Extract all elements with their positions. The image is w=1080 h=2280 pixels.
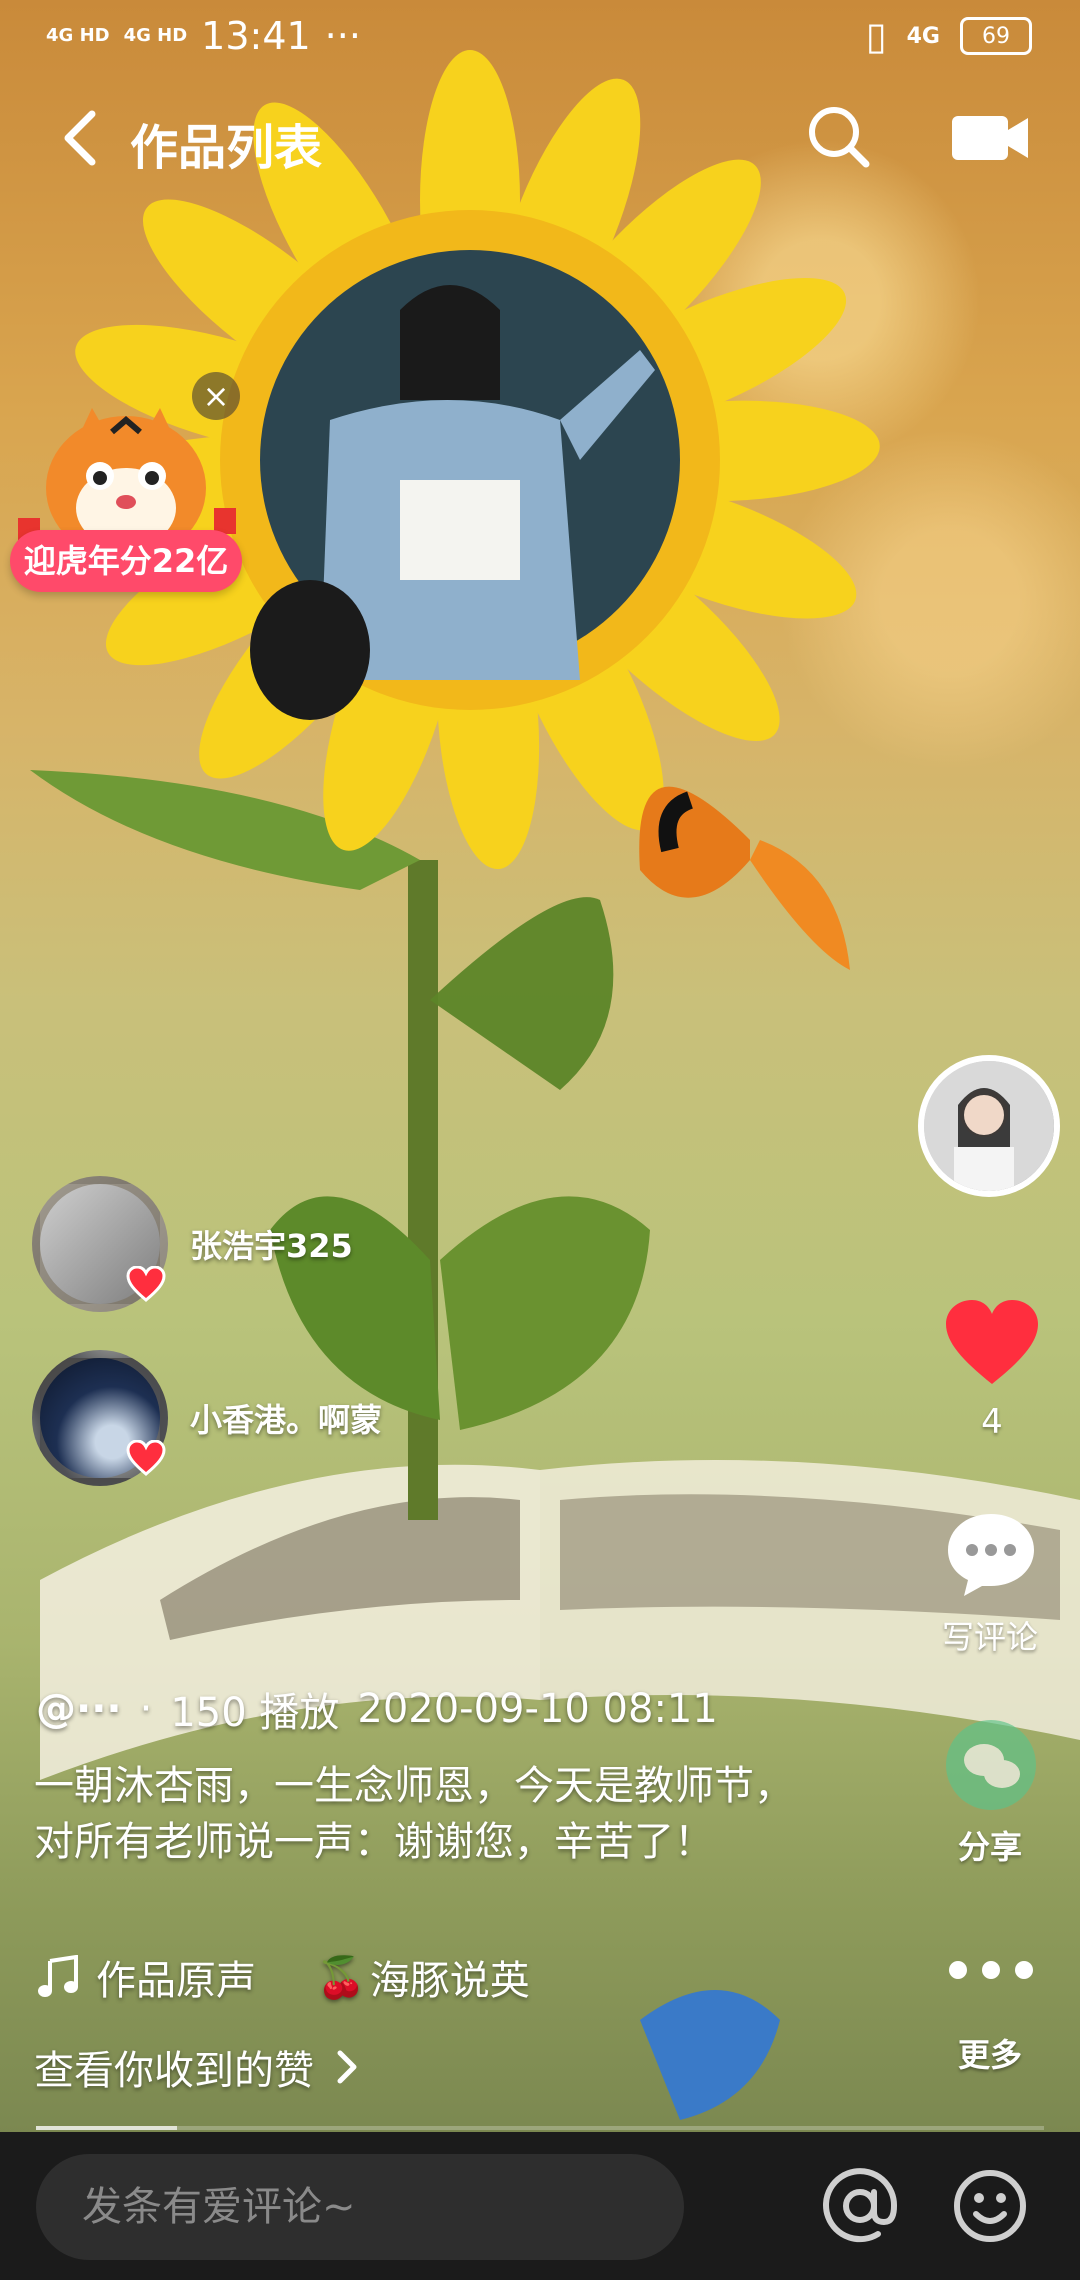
network-indicator-1: 4G HD bbox=[46, 25, 110, 46]
share-label[interactable]: 分享 bbox=[920, 1822, 1060, 1868]
vibrate-icon: ▯ bbox=[865, 14, 887, 58]
comment-input[interactable] bbox=[36, 2154, 684, 2260]
comment-label[interactable]: 写评论 bbox=[920, 1612, 1060, 1658]
view-likes-label: 查看你收到的赞 bbox=[34, 2048, 314, 2094]
music-scrolling-title[interactable]: 海豚说英 bbox=[370, 1948, 530, 2006]
music-note-icon bbox=[38, 1955, 78, 1997]
liker-item[interactable]: 张浩宇325 bbox=[32, 1176, 353, 1312]
liker-item[interactable]: 小香港。啊蒙 bbox=[32, 1350, 382, 1486]
like-count: 4 bbox=[981, 1402, 1003, 1442]
heart-badge-icon bbox=[126, 1440, 166, 1476]
avatar-image bbox=[924, 1061, 1054, 1191]
page-title: 作品列表 bbox=[130, 120, 323, 176]
cherry-icon: 🍒 bbox=[316, 1954, 366, 2001]
battery-indicator: 69 bbox=[960, 17, 1032, 55]
status-dots: ··· bbox=[324, 14, 361, 58]
post-meta: @··· · 150 播放 2020-09-10 08:11 bbox=[36, 1680, 718, 1738]
mention-at-icon[interactable] bbox=[822, 2168, 898, 2244]
search-icon[interactable] bbox=[806, 104, 872, 170]
wechat-share-icon[interactable] bbox=[944, 1718, 1038, 1812]
more-dots-icon[interactable] bbox=[944, 1950, 1038, 1990]
chevron-right-icon bbox=[337, 2050, 357, 2084]
video-progress-bar[interactable] bbox=[36, 2126, 1044, 2130]
post-caption: 一朝沐杏雨，一生念师恩，今天是教师节，对所有老师说一声：谢谢您，辛苦了！ bbox=[34, 1763, 794, 1865]
promo-label[interactable]: 迎虎年分22亿 bbox=[10, 530, 242, 592]
like-heart-icon[interactable] bbox=[942, 1298, 1042, 1388]
back-arrow-icon[interactable] bbox=[58, 108, 102, 168]
music-row[interactable]: 作品原声 🍒 海豚说英 bbox=[36, 1948, 530, 2006]
comment-bubble-icon[interactable] bbox=[944, 1508, 1038, 1602]
close-icon: × bbox=[202, 377, 230, 415]
signal-indicator: 4G bbox=[906, 23, 940, 49]
music-original[interactable]: 作品原声 bbox=[96, 1948, 256, 2006]
author-handle[interactable]: @··· bbox=[36, 1686, 122, 1732]
sunflower-artwork bbox=[30, 50, 1080, 2120]
emoji-smile-icon[interactable] bbox=[952, 2168, 1028, 2244]
post-date: 2020-09-10 08:11 bbox=[357, 1686, 718, 1732]
author-avatar[interactable] bbox=[918, 1055, 1060, 1197]
status-bar: 4G HD 4G HD 13:41 ··· ▯ 4G 69 bbox=[0, 0, 1080, 76]
more-label[interactable]: 更多 bbox=[920, 2030, 1060, 2076]
status-time: 13:41 bbox=[201, 14, 311, 58]
play-count: 150 播放 bbox=[170, 1690, 340, 1736]
camera-icon[interactable] bbox=[950, 110, 1030, 166]
liker-name: 小香港。啊蒙 bbox=[190, 1401, 383, 1439]
promo-close-button[interactable]: × bbox=[192, 372, 240, 420]
liker-avatar bbox=[32, 1350, 168, 1486]
view-likes-link[interactable]: 查看你收到的赞 bbox=[34, 2038, 360, 2096]
meta-separator: · bbox=[139, 1686, 153, 1732]
liker-name: 张浩宇325 bbox=[190, 1227, 353, 1265]
network-indicator-2: 4G HD bbox=[123, 25, 188, 46]
video-progress-fill bbox=[36, 2126, 178, 2130]
heart-badge-icon bbox=[126, 1266, 166, 1302]
liker-avatar bbox=[32, 1176, 168, 1312]
video-frame[interactable] bbox=[0, 0, 1080, 2280]
